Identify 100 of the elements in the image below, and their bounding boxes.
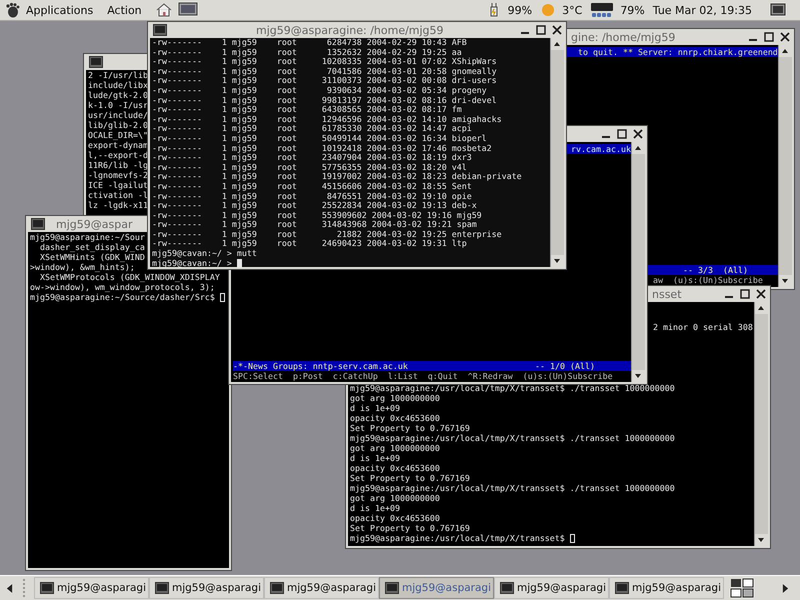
terminal-line: -rw------- 1 mjg59 root 19197002 2004-03-02 18:23 debian-private — [152, 172, 522, 182]
task-button[interactable]: mjg59@asparagi — [149, 577, 264, 599]
terminal-line: mjg59@cavan:~/ > mutt — [152, 249, 257, 259]
clock[interactable]: Tue Mar 02, 19:35 — [652, 4, 752, 16]
maximize-icon — [616, 129, 626, 139]
terminal-line: mjg59@asparagine:/usr/local/tmp/X/transset$ ./transset 1000000000 — [350, 383, 675, 393]
key-help: aw (u)s:(Un)Subscribe — [652, 275, 764, 285]
terminal-line: Set Property to 0.767169 — [350, 423, 470, 433]
task-button[interactable]: mjg59@asparagi — [494, 577, 609, 599]
terminal-line: -rw------- 1 mjg59 root 1352632 2004-02-29 19:25 aa — [152, 48, 462, 57]
terminal-line: -rw------- 1 mjg59 root 99813197 2004-03-02 08:16 dri-devel — [152, 96, 497, 105]
terminal-line: got arg 1000000000 — [350, 393, 440, 403]
terminal-line: -lgnomevfs-2 — [88, 170, 148, 180]
terminal-line: l,--export-d — [88, 150, 148, 160]
terminal-line: mjg59@cavan:~/ > — [152, 258, 242, 268]
terminal-line: -rw------- 1 mjg59 root 553909602 2004-03-02 19:16 mjg59 — [152, 210, 482, 220]
terminal-line: -rw------- 1 mjg59 root 12946596 2004-03-02 14:10 amigahacks — [152, 114, 502, 124]
terminal-icon — [385, 582, 399, 594]
terminal-line: d is 1e+09 — [350, 503, 400, 513]
terminal-line: Set Property to 0.767169 — [350, 473, 470, 483]
terminal-line: -rw------- 1 mjg59 root 50499144 2004-03-02 16:34 bioperl — [152, 134, 487, 144]
battery-percent: 99% — [508, 4, 532, 16]
terminal-line: >window), &wm_hints); — [30, 262, 135, 272]
terminal-line: -rw------- 1 mjg59 root 9390634 2004-03-02 05:34 progeny — [152, 86, 487, 96]
right-arrow-icon — [782, 584, 788, 592]
terminal-line: d is 1e+09 — [350, 453, 400, 463]
window-title: nsset — [652, 288, 682, 300]
home-icon[interactable] — [156, 2, 172, 18]
maximize-icon — [740, 289, 750, 299]
foot-logo-icon[interactable] — [4, 2, 20, 18]
server-info: to quit. ** Server: nnrp.chiark.greenend — [578, 47, 778, 57]
close-icon — [632, 129, 642, 139]
task-button[interactable]: mjg59@asparagi — [379, 577, 494, 599]
scrollbar[interactable] — [754, 302, 768, 546]
terminal-line: -rw------- 1 mjg59 root 24690423 2004-03-02 19:31 ltp — [152, 239, 467, 250]
terminal-line: got arg 1000000000 — [350, 493, 440, 503]
terminal-line: -rw------- 1 mjg59 root 23407904 2004-03-02 18:19 dxr3 — [152, 153, 472, 163]
task-button[interactable]: mjg59@asparagi — [609, 577, 724, 599]
monitor-icon[interactable] — [178, 2, 198, 18]
terminal-line: ICE -lgailut — [88, 180, 148, 190]
terminal-line: -rw------- 1 mjg59 root 61785330 2004-03-02 14:47 acpi — [152, 124, 472, 134]
close-icon — [552, 25, 562, 35]
status-text: -- 1/0 (All) — [535, 361, 595, 371]
panel-menu[interactable]: Applications — [26, 4, 94, 16]
task-button[interactable]: mjg59@asparagi — [264, 577, 379, 599]
terminal-line: -rw------- 1 mjg59 root 7041586 2004-03-01 20:58 gnomeally — [152, 66, 497, 76]
terminal-line: -rw------- 1 mjg59 root 45156606 2004-03-02 18:55 Sent — [152, 182, 472, 192]
terminal-line: 11R6/lib -lg — [88, 160, 148, 170]
status-text: -- 3/3 (All) — [682, 265, 748, 275]
terminal-line: mjg59@asparagine:/usr/local/tmp/X/transset$ ./transset 1000000000 — [350, 483, 675, 493]
text-cursor — [220, 292, 225, 302]
server-info: rv.cam.ac.uk — [571, 144, 631, 154]
terminal-icon — [89, 56, 103, 68]
terminal-icon — [270, 582, 284, 594]
scrollbar[interactable] — [631, 142, 645, 382]
terminal-line: mjg59@asparagine:/usr/local/tmp/X/transset$ ./transset 1000000000 — [350, 433, 675, 443]
terminal-icon — [615, 582, 629, 594]
terminal-line: -rw------- 1 mjg59 root 10192418 2004-03-02 17:46 mosbeta2 — [152, 144, 492, 153]
terminal-line: got arg 1000000000 — [350, 443, 440, 453]
text-cursor — [570, 534, 575, 542]
terminal-line: ctivation -l — [88, 190, 148, 200]
close-icon — [756, 289, 766, 299]
task-button[interactable]: mjg59@asparagi — [34, 577, 149, 599]
terminal-line: 2 minor 0 serial 308 — [652, 322, 754, 332]
terminal-line: include/libx — [88, 80, 148, 90]
close-icon — [780, 32, 790, 42]
terminal-line: -rw------- 1 mjg59 root 8476551 2004-03-02 19:10 opie — [152, 192, 472, 201]
terminal-line: usr/include/ — [88, 110, 148, 120]
maximize-icon — [536, 25, 546, 35]
terminal-line: ow->window), wm_window_protocols, 3); — [30, 282, 215, 292]
monitor-icon[interactable] — [770, 2, 786, 18]
key-help: SPC:Select p:Post c:CatchUp l:List q:Quit ^R:Redraw (u)s:(Un)Subscribe — [233, 371, 614, 381]
terminal-line: opacity 0xc4653600 — [350, 513, 440, 523]
terminal-line: lib/glib-2.0 — [88, 120, 148, 130]
terminal-icon — [153, 24, 167, 36]
terminal-line: k-1.0 -I/usr — [88, 100, 148, 110]
window-title: mjg59@asparagine: /home/mjg59 — [256, 24, 444, 36]
wifi-strength: 79% — [620, 4, 645, 16]
minimize-icon — [724, 296, 732, 298]
minimize-icon — [748, 39, 756, 41]
terminal-line: dasher_set_display_ca — [38, 242, 145, 252]
minimize-icon — [602, 136, 610, 138]
terminal-line: -rw------- 1 mjg59 root 31100373 2004-03-02 00:08 dri-users — [152, 76, 497, 86]
terminal-line: lz -lgdk-x11 — [88, 200, 148, 210]
text-cursor — [236, 258, 242, 268]
terminal-line: opacity 0xc4653600 — [350, 413, 440, 423]
scrollbar[interactable] — [550, 38, 564, 267]
terminal-icon — [500, 582, 514, 594]
status-text: -*-News Groups: nntp-serv.cam.ac.uk — [233, 361, 408, 371]
terminal-line: Set Property to 0.767169 — [350, 523, 470, 533]
terminal-line: -rw------- 1 mjg59 root 57756355 2004-03-02 18:20 v4l — [152, 162, 467, 172]
terminal-line: 2 -I/usr/lib — [88, 70, 148, 80]
workspace-switcher-icon[interactable] — [730, 578, 754, 598]
maximize-icon — [764, 32, 774, 42]
scrollbar[interactable] — [778, 45, 792, 287]
terminal-line: -rw------- 1 mjg59 root 64308565 2004-03-02 08:17 fm — [152, 105, 462, 115]
terminal-line: -rw------- 1 mjg59 root 21882 2004-03-02 19:25 enterprise — [152, 230, 502, 240]
terminal-line: opacity 0xc4653600 — [350, 463, 440, 473]
window-title: gine: /home/mjg59 — [571, 30, 676, 44]
panel-menu[interactable]: Action — [107, 4, 142, 16]
